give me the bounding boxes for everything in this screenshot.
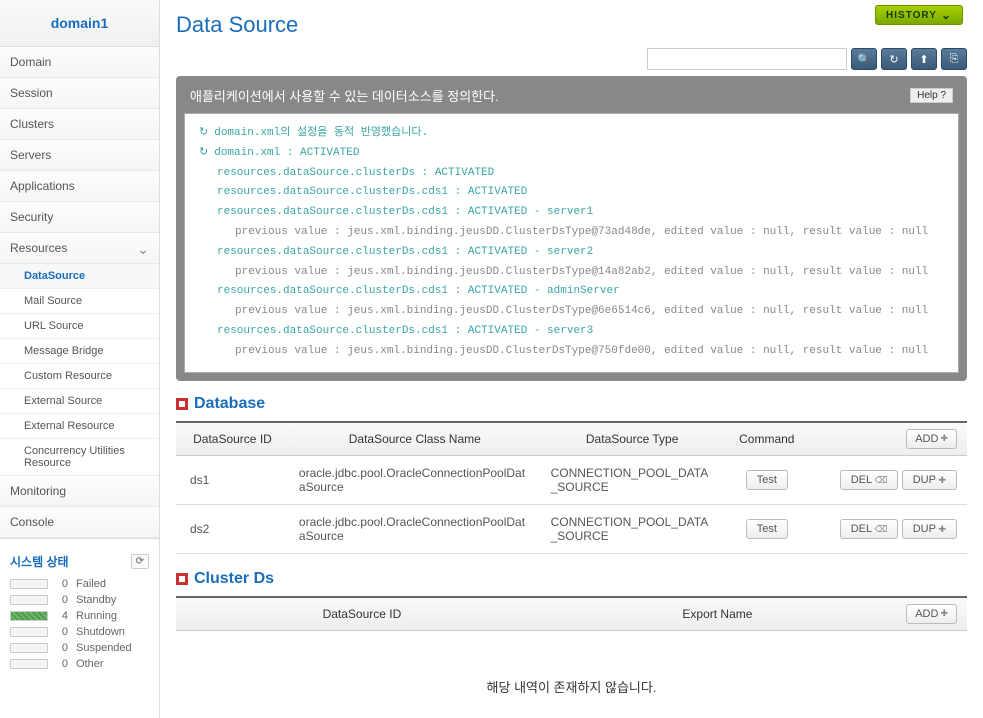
page-title: Data Source <box>176 12 967 38</box>
domain-header[interactable]: domain1 <box>0 0 159 47</box>
cell-classname: oracle.jdbc.pool.OracleConnectionPoolDat… <box>289 504 541 553</box>
add-button[interactable]: ADD <box>906 429 957 449</box>
subnav-messagebridge[interactable]: Message Bridge <box>0 339 159 364</box>
del-button[interactable]: DEL <box>840 519 899 539</box>
log-line: resources.dataSource.clusterDs.cds1 : AC… <box>199 203 944 223</box>
log-line: resources.dataSource.clusterDs.cds1 : AC… <box>199 243 944 263</box>
clusterds-section-title: Cluster Ds <box>176 570 967 588</box>
status-refresh-icon[interactable]: ⟳ <box>131 554 149 569</box>
del-button[interactable]: DEL <box>840 470 899 490</box>
nav-servers[interactable]: Servers <box>0 140 159 171</box>
log-line: previous value : jeus.xml.binding.jeusDD… <box>199 223 944 243</box>
status-bar-icon <box>10 643 48 653</box>
dup-button[interactable]: DUP <box>902 519 957 539</box>
subnav-externalsource[interactable]: External Source <box>0 389 159 414</box>
log-line: resources.dataSource.clusterDs : ACTIVAT… <box>199 164 944 184</box>
cell-id: ds1 <box>176 455 289 504</box>
cell-classname: oracle.jdbc.pool.OracleConnectionPoolDat… <box>289 455 541 504</box>
clusterds-table: DataSource ID Export Name ADD <box>176 596 967 631</box>
xml-export-icon[interactable]: ⬆ <box>911 48 937 70</box>
status-shutdown: 0 Shutdown <box>10 624 149 640</box>
help-button[interactable]: Help ? <box>910 88 953 103</box>
test-button[interactable]: Test <box>746 470 788 490</box>
status-standby: 0 Standby <box>10 592 149 608</box>
log-line: previous value : jeus.xml.binding.jeusDD… <box>199 302 944 322</box>
status-title-label: 시스템 상태 <box>10 553 69 570</box>
nav-applications[interactable]: Applications <box>0 171 159 202</box>
search-input[interactable] <box>647 48 847 70</box>
status-bar-icon <box>10 611 48 621</box>
log-line: resources.dataSource.clusterDs.cds1 : AC… <box>199 282 944 302</box>
col-class-name: DataSource Class Name <box>289 422 541 456</box>
nav-clusters[interactable]: Clusters <box>0 109 159 140</box>
dup-button[interactable]: DUP <box>902 470 957 490</box>
col-datasource-id: DataSource ID <box>176 422 289 456</box>
log-line: previous value : jeus.xml.binding.jeusDD… <box>199 263 944 283</box>
copy-icon[interactable]: ⎘ <box>941 48 967 70</box>
log-box: ↻domain.xml의 설정을 동적 반영했습니다. ↻domain.xml … <box>184 113 959 373</box>
resources-submenu: DataSource Mail Source URL Source Messag… <box>0 264 159 476</box>
status-failed: 0 Failed <box>10 576 149 592</box>
subnav-customresource[interactable]: Custom Resource <box>0 364 159 389</box>
nav-console[interactable]: Console <box>0 507 159 538</box>
cell-id: ds2 <box>176 504 289 553</box>
status-bar-icon <box>10 595 48 605</box>
status-bar-icon <box>10 659 48 669</box>
nav-session[interactable]: Session <box>0 78 159 109</box>
col-type: DataSource Type <box>541 422 724 456</box>
toolbar: 🔍 ↻ ⬆ ⎘ <box>176 48 967 70</box>
database-section-title: Database <box>176 395 967 413</box>
refresh-icon[interactable]: ↻ <box>881 48 907 70</box>
section-icon <box>176 398 188 410</box>
add-button[interactable]: ADD <box>906 604 957 624</box>
test-button[interactable]: Test <box>746 519 788 539</box>
reload-icon: ↻ <box>199 124 208 144</box>
status-bar-icon <box>10 627 48 637</box>
nav-resources[interactable]: Resources <box>0 233 159 264</box>
status-running: 4 Running <box>10 608 149 624</box>
table-row: ds2 oracle.jdbc.pool.OracleConnectionPoo… <box>176 504 967 553</box>
log-line: resources.dataSource.clusterDs.cds1 : AC… <box>199 183 944 203</box>
subnav-urlsource[interactable]: URL Source <box>0 314 159 339</box>
database-table: DataSource ID DataSource Class Name Data… <box>176 421 967 554</box>
status-suspended: 0 Suspended <box>10 640 149 656</box>
status-other: 0 Other <box>10 656 149 672</box>
history-button[interactable]: HISTORY <box>875 5 963 25</box>
main-content: HISTORY Data Source 🔍 ↻ ⬆ ⎘ 애플리케이션에서 사용할… <box>160 0 983 718</box>
log-line: previous value : jeus.xml.binding.jeusDD… <box>199 342 944 362</box>
nav-monitoring[interactable]: Monitoring <box>0 476 159 507</box>
section-icon <box>176 573 188 585</box>
table-row: ds1 oracle.jdbc.pool.OracleConnectionPoo… <box>176 455 967 504</box>
nav-domain[interactable]: Domain <box>0 47 159 78</box>
cell-type: CONNECTION_POOL_DATA_SOURCE <box>541 455 724 504</box>
log-line: resources.dataSource.clusterDs.cds1 : AC… <box>199 322 944 342</box>
col-export-name: Export Name <box>548 597 887 631</box>
subnav-datasource[interactable]: DataSource <box>0 264 159 289</box>
subnav-mailsource[interactable]: Mail Source <box>0 289 159 314</box>
sidebar: domain1 Domain Session Clusters Servers … <box>0 0 160 718</box>
status-bar-icon <box>10 579 48 589</box>
nav-security[interactable]: Security <box>0 202 159 233</box>
subnav-externalresource[interactable]: External Resource <box>0 414 159 439</box>
search-icon[interactable]: 🔍 <box>851 48 877 70</box>
info-description: 애플리케이션에서 사용할 수 있는 데이터소스를 정의한다. <box>190 86 499 105</box>
cell-type: CONNECTION_POOL_DATA_SOURCE <box>541 504 724 553</box>
subnav-concurrency[interactable]: Concurrency Utilities Resource <box>0 439 159 476</box>
system-status: 시스템 상태 ⟳ 0 Failed 0 Standby 4 Running 0 <box>0 538 159 680</box>
reload-icon: ↻ <box>199 144 208 164</box>
info-panel: 애플리케이션에서 사용할 수 있는 데이터소스를 정의한다. Help ? ↻d… <box>176 76 967 381</box>
empty-message: 해당 내역이 존재하지 않습니다. <box>176 647 967 706</box>
col-command: Command <box>724 422 810 456</box>
col-datasource-id: DataSource ID <box>176 597 548 631</box>
